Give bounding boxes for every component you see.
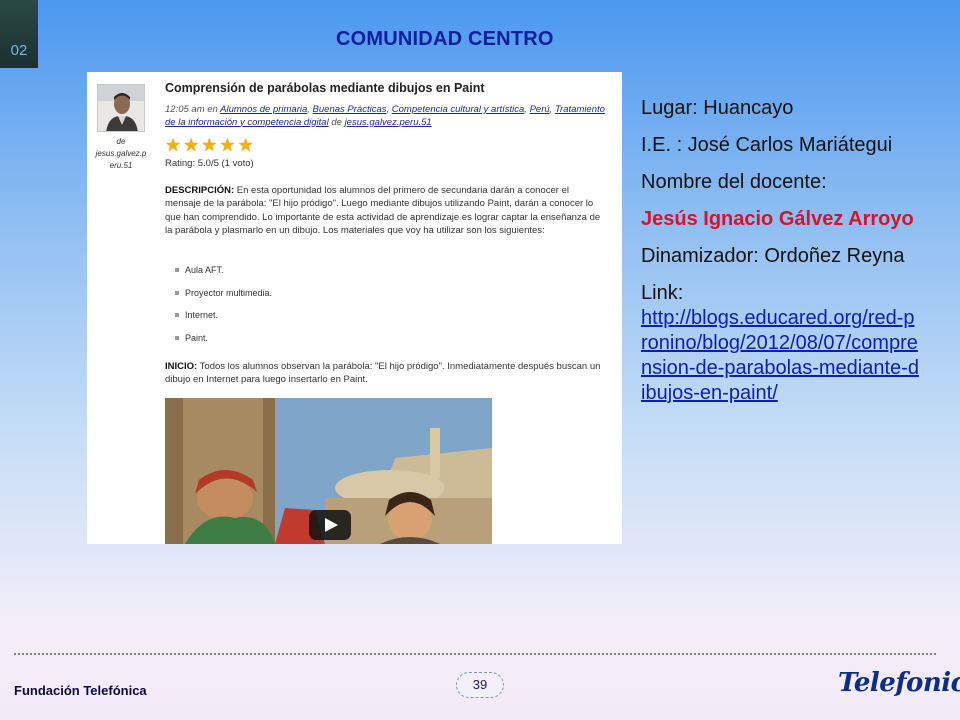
- author-link[interactable]: jesus.galvez.peru.51: [345, 117, 432, 128]
- facilitator-text: Dinamizador: Ordoñez Reyna: [641, 245, 905, 267]
- teacher-name: Jesús Ignacio Gálvez Arroyo: [641, 208, 914, 230]
- footer-organization: Fundación Telefónica: [14, 683, 147, 698]
- avatar-author-name: de jesus.galvez.peru.51: [95, 136, 147, 172]
- tag-link[interactable]: Perú: [530, 104, 550, 115]
- inicio-label: INICIO:: [165, 361, 198, 372]
- list-item: Internet.: [175, 309, 272, 332]
- info-panel: Lugar: Huancayo I.E. : José Carlos Mariá…: [641, 96, 921, 418]
- star-icon[interactable]: ★: [165, 136, 181, 154]
- slide-number: 02: [0, 0, 38, 68]
- star-rating[interactable]: ★ ★ ★ ★ ★: [165, 136, 254, 154]
- post-title[interactable]: Comprensión de parábolas mediante dibujo…: [165, 81, 485, 95]
- inicio-text: Todos los alumnos observan la parábola: …: [165, 361, 601, 386]
- list-item: Proyector multimedia.: [175, 287, 272, 310]
- author-prefix: de: [116, 137, 126, 146]
- blog-post-screenshot: de jesus.galvez.peru.51 Comprensión de p…: [87, 72, 622, 544]
- meta-by-label: de: [331, 116, 342, 128]
- post-inicio: INICIO: Todos los alumnos observan la pa…: [165, 360, 607, 387]
- list-item: Paint.: [175, 332, 272, 355]
- star-icon[interactable]: ★: [201, 136, 217, 154]
- footer-divider: [14, 653, 936, 655]
- link-label: Link:: [641, 282, 684, 304]
- author-avatar: [97, 84, 145, 132]
- tag-link[interactable]: Buenas Prácticas: [313, 104, 387, 115]
- teacher-label: Nombre del docente:: [641, 171, 827, 193]
- star-icon[interactable]: ★: [219, 136, 235, 154]
- author-username[interactable]: jesus.galvez.peru.51: [95, 148, 147, 172]
- description-label: DESCRIPCIÓN:: [165, 185, 235, 196]
- telefonica-logo: Telefonica: [838, 668, 960, 698]
- post-description: DESCRIPCIÓN: En esta oportunidad los alu…: [165, 184, 607, 237]
- video-player[interactable]: [165, 398, 492, 544]
- link-block: Link: http://blogs.educared.org/red-pron…: [641, 281, 921, 406]
- play-button[interactable]: [309, 510, 351, 540]
- page-number: 39: [456, 672, 504, 698]
- slide-title: COMUNIDAD CENTRO: [336, 28, 554, 50]
- avatar-photo-icon: [98, 85, 144, 131]
- meta-in-label: en: [207, 104, 218, 115]
- materials-list: Aula AFT. Proyector multimedia. Internet…: [175, 264, 272, 355]
- blog-link[interactable]: http://blogs.educared.org/red-pronino/bl…: [641, 307, 919, 404]
- star-icon[interactable]: ★: [238, 136, 254, 154]
- tag-link[interactable]: Alumnos de primaria: [220, 104, 307, 115]
- rating-text: Rating: 5.0/5 (1 voto): [165, 158, 254, 169]
- star-icon[interactable]: ★: [183, 136, 199, 154]
- place-text: Lugar: Huancayo: [641, 97, 794, 119]
- post-meta: 12:05 am en Alumnos de primaria, Buenas …: [165, 104, 605, 128]
- school-text: I.E. : José Carlos Mariátegui: [641, 134, 893, 156]
- post-time: 12:05 am: [165, 104, 205, 115]
- tag-link[interactable]: Competencia cultural y artística: [392, 104, 525, 115]
- list-item: Aula AFT.: [175, 264, 272, 287]
